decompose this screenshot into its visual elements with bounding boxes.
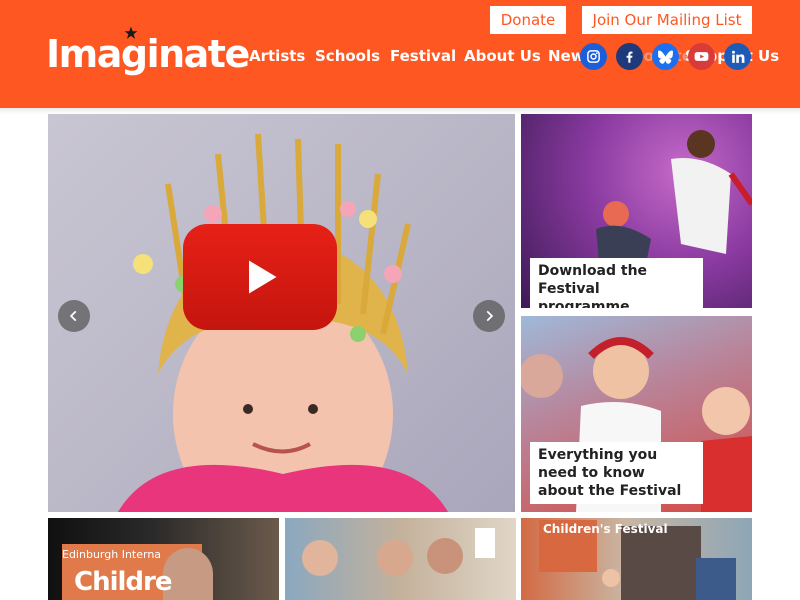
video-play-button[interactable]	[183, 224, 337, 330]
play-icon	[249, 260, 277, 294]
card-label[interactable]: Download the Festival programme	[530, 258, 703, 308]
thumbnail-classroom[interactable]	[285, 518, 516, 600]
festival-programme-card[interactable]: Download the Festival programme	[521, 114, 752, 308]
nav-about-us[interactable]: About Us	[464, 44, 541, 68]
site-header: Imaginate Donate Join Our Mailing List A…	[0, 0, 800, 108]
bluesky-icon[interactable]	[652, 43, 679, 70]
card-label[interactable]: Everything you need to know about the Fe…	[530, 442, 703, 504]
instagram-icon[interactable]	[580, 43, 607, 70]
carousel-prev-button[interactable]	[58, 300, 90, 332]
chevron-left-icon	[69, 310, 77, 322]
carousel-next-button[interactable]	[473, 300, 505, 332]
donate-button[interactable]: Donate	[490, 6, 566, 34]
thumbnail-small-text: Edinburgh Interna	[62, 548, 162, 561]
mailing-list-button[interactable]: Join Our Mailing List	[582, 6, 752, 34]
facebook-icon[interactable]	[616, 43, 643, 70]
nav-artists[interactable]: Artists	[249, 44, 305, 68]
linkedin-icon[interactable]	[724, 43, 751, 70]
logo-star-icon	[124, 26, 138, 39]
chevron-right-icon	[486, 310, 494, 322]
classroom-image	[302, 528, 495, 576]
thumbnail-sign-text: Children's Festival	[543, 522, 668, 536]
nav-schools[interactable]: Schools	[315, 44, 380, 68]
nav-festival[interactable]: Festival	[390, 44, 456, 68]
thumbnail-large-text: Childre	[74, 567, 172, 597]
festival-info-card[interactable]: Everything you need to know about the Fe…	[521, 316, 752, 512]
youtube-icon[interactable]	[688, 43, 715, 70]
